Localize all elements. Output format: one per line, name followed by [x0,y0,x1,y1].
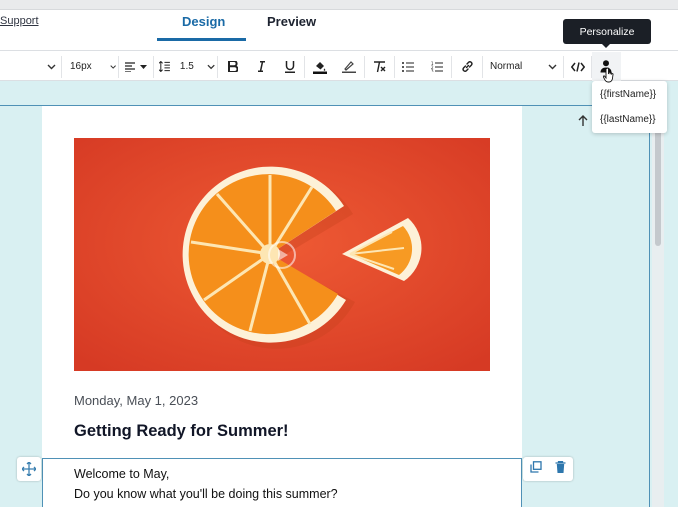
orange-slice-image [74,138,490,371]
bullet-list-button[interactable] [397,52,419,81]
toolbar-divider [451,56,452,78]
email-headline: Getting Ready for Summer! [74,422,289,440]
chevron-down-icon [207,64,215,69]
bold-icon [228,61,238,72]
copy-icon [530,461,542,473]
block-style-select[interactable]: Normal [486,52,562,81]
mouse-pointer-hand-icon [603,67,614,83]
toolbar-divider [61,56,62,78]
highlight-button[interactable] [337,52,361,81]
chevron-down-icon [47,64,55,69]
line-height-icon [159,61,170,72]
toolbar-divider [394,56,395,78]
toolbar-divider [153,56,154,78]
merge-tag-first-name[interactable]: {{firstName}} [600,86,656,104]
link-icon [461,61,473,72]
insert-link-button[interactable] [455,52,479,81]
bullet-list-icon [402,61,414,72]
toolbar-divider [118,56,119,78]
hero-image[interactable] [74,138,490,371]
align-left-icon [125,61,135,72]
merge-tag-last-name[interactable]: {{lastName}} [600,111,656,129]
font-size-select[interactable]: 16px [64,52,116,81]
italic-button[interactable] [250,52,272,81]
active-tab-indicator [157,38,246,41]
italic-icon [257,61,265,72]
underline-button[interactable] [279,52,301,81]
personalize-menu: {{firstName}} {{lastName}} [592,81,667,133]
tooltip-arrow [601,43,611,48]
toolbar-divider [304,56,305,78]
chevron-down-icon [548,64,557,69]
personalize-tooltip: Personalize [563,19,651,44]
arrow-up-icon [578,114,588,126]
clear-formatting-button[interactable] [367,52,391,81]
body-text-line[interactable]: Welcome to May, [74,467,169,481]
delete-block-button[interactable] [555,460,566,478]
block-style-value: Normal [490,61,523,72]
move-arrows-icon [22,462,36,476]
tab-preview[interactable]: Preview [267,14,316,29]
source-code-button[interactable] [566,52,590,81]
toolbar-divider [364,56,365,78]
formatting-toolbar: 16px 1.5 123 Normal [0,52,678,81]
body-text-line[interactable]: Do you know what you'll be doing this su… [74,487,338,501]
support-link[interactable]: Support [0,15,39,27]
block-actions-bar [523,457,573,481]
duplicate-block-button[interactable] [530,460,542,478]
clear-format-icon [373,60,385,72]
move-block-handle[interactable] [17,457,41,481]
toolbar-divider [482,56,483,78]
toolbar-divider [563,56,564,78]
tab-design[interactable]: Design [182,14,225,29]
bold-button[interactable] [222,52,244,81]
text-color-icon [313,61,327,74]
browser-top-strip [0,0,678,10]
highlight-icon [342,60,356,73]
toolbar-divider [217,56,218,78]
numbered-list-button[interactable]: 123 [426,52,448,81]
line-height-select[interactable]: 1.5 [157,52,215,81]
numbered-list-icon: 123 [431,61,443,72]
code-icon [571,61,585,72]
line-height-value: 1.5 [179,61,194,72]
align-dropdown[interactable] [121,52,151,81]
svg-text:3: 3 [431,69,434,73]
font-family-dropdown[interactable] [42,52,60,81]
chevron-down-icon [110,64,116,69]
font-size-value: 16px [70,61,92,72]
move-section-up-button[interactable] [573,110,593,130]
caret-down-icon [140,64,147,69]
underline-icon [285,60,295,73]
email-date: Monday, May 1, 2023 [74,393,199,408]
section-selection-outline-right [649,105,650,507]
text-color-button[interactable] [308,52,332,81]
trash-icon [555,461,566,473]
